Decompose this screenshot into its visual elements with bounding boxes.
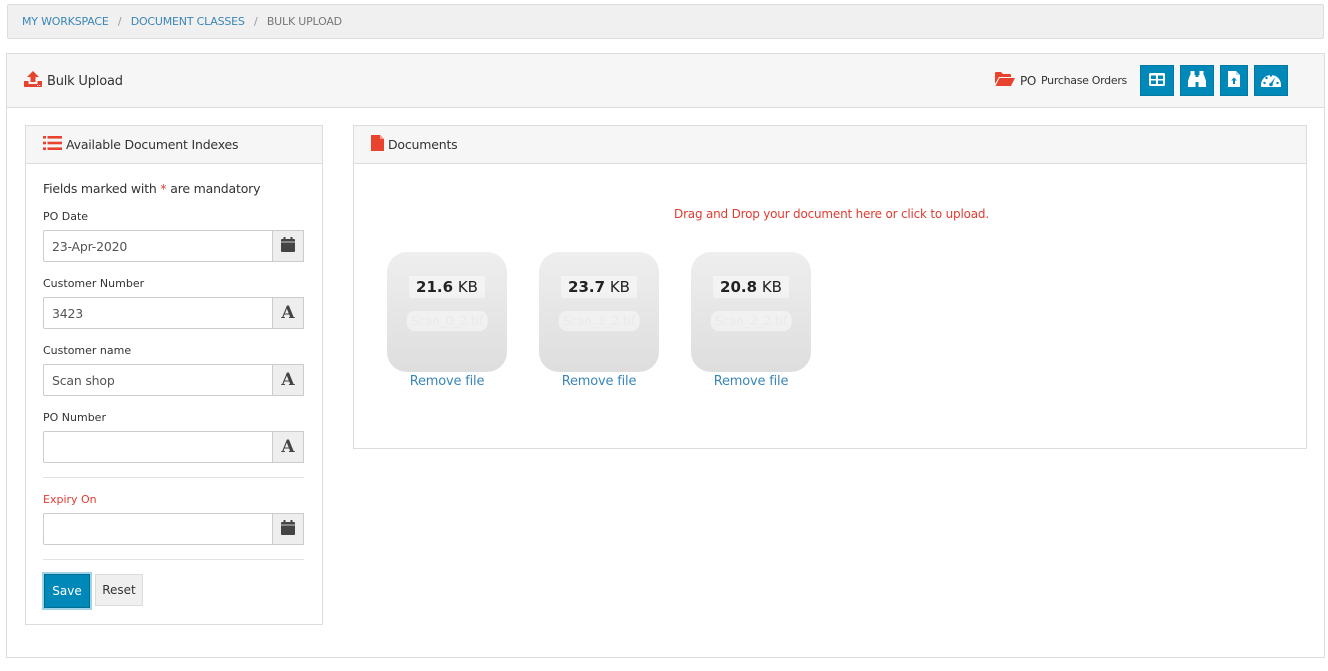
customer-name-group: A — [43, 364, 304, 396]
dropzone-message: Drag and Drop your document here or clic… — [674, 207, 989, 221]
po-date-picker-button[interactable] — [273, 230, 304, 262]
breadcrumb-separator: / — [117, 15, 122, 28]
customer-number-type-addon: A — [273, 297, 304, 329]
dashboard-icon — [1261, 71, 1281, 91]
file-upload-icon — [1228, 70, 1240, 91]
document-indexes-panel: Available Document Indexes Fields marked… — [25, 125, 323, 625]
document-class-code: PO — [1019, 73, 1037, 88]
calendar-icon — [281, 519, 295, 539]
file-name: Scan_1_2.tif — [558, 311, 640, 331]
expiry-on-group — [43, 513, 304, 545]
expiry-date-picker-button[interactable] — [273, 513, 304, 545]
mandatory-note-prefix: Fields marked with — [43, 181, 157, 196]
header-toolbar: PO Purchase Orders — [994, 65, 1288, 96]
file-size-unit: KB — [457, 278, 478, 296]
calendar-icon — [281, 236, 295, 256]
file-name: Scan_0_2.tif — [406, 311, 488, 331]
file-size-unit: KB — [761, 278, 782, 296]
file-preview: 20.8 KB Scan_2_2.tif Remove file — [691, 252, 811, 389]
panel-header: Bulk Upload PO Purchase Orders — [7, 54, 1324, 108]
list-icon — [43, 136, 62, 153]
save-button[interactable]: Save — [44, 574, 90, 608]
text-icon: A — [281, 437, 295, 457]
reset-button[interactable]: Reset — [95, 574, 143, 606]
customer-number-input[interactable] — [43, 297, 273, 329]
upload-file-button[interactable] — [1220, 65, 1248, 96]
file-size-unit: KB — [609, 278, 630, 296]
binoculars-icon — [1188, 70, 1206, 91]
breadcrumb-separator: / — [254, 15, 258, 28]
po-number-label: PO Number — [43, 411, 106, 424]
form-actions: Save Reset — [43, 574, 305, 608]
po-number-type-addon: A — [273, 431, 304, 463]
mandatory-note-suffix: are mandatory — [170, 181, 261, 196]
file-size-value: 23.7 — [568, 278, 606, 296]
file-name: Scan_2_2.tif — [710, 311, 792, 331]
dashboard-button[interactable] — [1254, 65, 1288, 96]
file-size: 21.6 KB — [409, 276, 485, 298]
divider — [43, 559, 304, 560]
page-title: Bulk Upload — [24, 71, 123, 91]
customer-name-label: Customer name — [43, 344, 132, 357]
breadcrumb-current: BULK UPLOAD — [266, 15, 342, 28]
breadcrumb: MY WORKSPACE / DOCUMENT CLASSES / BULK U… — [7, 4, 1324, 39]
file-preview: 21.6 KB Scan_0_2.tif Remove file — [387, 252, 507, 389]
customer-name-type-addon: A — [273, 364, 304, 396]
documents-panel: Documents Drag and Drop your document he… — [353, 125, 1307, 449]
file-thumbnail: 20.8 KB Scan_2_2.tif — [691, 252, 811, 372]
remove-file-link[interactable]: Remove file — [539, 374, 659, 389]
indexes-heading: Available Document Indexes — [26, 126, 322, 164]
breadcrumb-document-classes[interactable]: DOCUMENT CLASSES — [131, 15, 245, 28]
file-size-value: 21.6 — [416, 278, 454, 296]
file-preview: 23.7 KB Scan_1_2.tif Remove file — [539, 252, 659, 389]
file-thumbnail: 23.7 KB Scan_1_2.tif — [539, 252, 659, 372]
file-size: 23.7 KB — [561, 276, 637, 298]
divider — [43, 477, 304, 478]
po-date-group — [43, 230, 304, 262]
table-view-button[interactable] — [1140, 65, 1174, 96]
customer-number-group: A — [43, 297, 304, 329]
po-date-label: PO Date — [43, 210, 89, 223]
customer-name-input[interactable] — [43, 364, 273, 396]
document-class-label: PO Purchase Orders — [994, 72, 1127, 89]
remove-file-link[interactable]: Remove file — [691, 374, 811, 389]
breadcrumb-my-workspace[interactable]: MY WORKSPACE — [22, 15, 109, 28]
page-title-text: Bulk Upload — [47, 73, 123, 89]
customer-number-label: Customer Number — [43, 277, 145, 290]
file-thumbnail: 21.6 KB Scan_0_2.tif — [387, 252, 507, 372]
search-button[interactable] — [1180, 65, 1214, 96]
upload-icon — [24, 71, 42, 91]
document-class-name: Purchase Orders — [1041, 74, 1127, 87]
table-icon — [1149, 71, 1165, 90]
documents-heading: Documents — [354, 126, 1306, 164]
file-size-value: 20.8 — [720, 278, 758, 296]
mandatory-star: * — [160, 181, 167, 196]
text-icon: A — [281, 370, 295, 390]
mandatory-note: Fields marked with * are mandatory — [43, 181, 305, 196]
remove-file-link[interactable]: Remove file — [387, 374, 507, 389]
po-number-group: A — [43, 431, 304, 463]
file-icon — [371, 135, 384, 154]
expiry-on-input[interactable] — [43, 513, 273, 545]
file-size: 20.8 KB — [713, 276, 789, 298]
text-icon: A — [281, 303, 295, 323]
po-date-input[interactable] — [43, 230, 273, 262]
indexes-title: Available Document Indexes — [66, 137, 239, 152]
document-dropzone[interactable]: Drag and Drop your document here or clic… — [354, 164, 1306, 448]
po-number-input[interactable] — [43, 431, 273, 463]
expiry-on-label: Expiry On — [43, 493, 97, 506]
bulk-upload-panel: Bulk Upload PO Purchase Orders Available… — [6, 53, 1325, 658]
documents-title: Documents — [388, 137, 458, 152]
folder-open-icon — [994, 72, 1015, 89]
